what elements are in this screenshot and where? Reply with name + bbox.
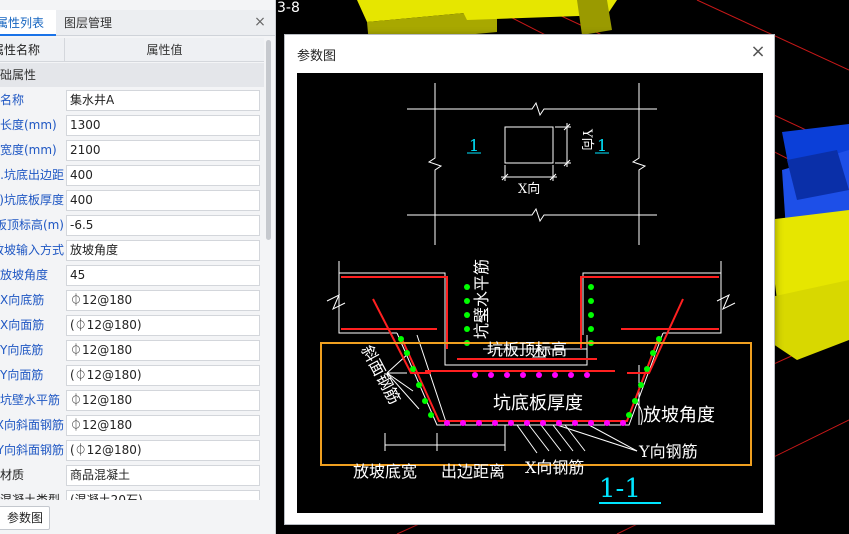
property-row: 放坡输入方式放坡角度 [0,238,264,263]
column-header-value: 属性值 [64,38,264,62]
property-value-field[interactable]: 400 [66,190,260,211]
property-name: 坑底出边距... [0,168,64,182]
property-row: 坑底出边距...400 [0,163,264,188]
tab-property-list[interactable]: 属性列表 [0,10,56,36]
property-value-field[interactable]: -6.5 [66,215,260,236]
property-name: 坑壁水平筋 [0,393,61,407]
group-basic-properties[interactable]: 基础属性 [0,63,264,87]
property-row: 宽度(mm) 2100 [0,138,264,163]
dialog-close-icon[interactable]: × [749,43,767,61]
close-icon[interactable]: × [252,14,268,30]
property-row: Y向底筋 ⏀12@180 [0,338,264,363]
property-value-field[interactable]: ⏀12@180 [66,390,260,411]
property-value-field[interactable]: 2100 [66,140,260,161]
property-value-field[interactable]: 商品混凝土 [66,465,260,486]
property-name: 混凝土类型 [0,493,61,500]
property-name: Y向斜面钢筋 [0,443,64,457]
property-name: Y向底筋 [0,343,44,357]
property-row: X向底筋 ⏀12@180 [0,288,264,313]
tab-layer-management[interactable]: 图层管理 [64,10,144,36]
property-value-field[interactable]: 1300 [66,115,260,136]
label-slope-angle: 放坡角度 [643,405,715,426]
property-row: X向斜面钢筋 ⏀12@180 [0,413,264,438]
property-row: Y向面筋 (⏀12@180) [0,363,264,388]
property-row: X向面筋 (⏀12@180) [0,313,264,338]
property-name: X向面筋 [0,318,45,332]
plan-section-mark-right: 1 [597,136,607,155]
property-name: 放坡输入方式 [0,243,64,257]
column-header-name: 属性名称 [0,43,41,57]
plan-section-mark-left: 1 [469,136,479,155]
property-value-field[interactable]: 放坡角度 [66,240,260,261]
label-x-rebar: X向钢筋 [525,458,584,477]
property-value-field[interactable]: (⏀12@180) [66,315,260,336]
property-name: Y向面筋 [0,368,44,382]
property-name: 坑底板厚度(... [0,193,64,207]
axis-label: 3-8 [277,0,300,16]
label-top-elevation: 坑板顶标高 [487,340,567,359]
label-y-rebar: Y向钢筋 [638,442,698,461]
parameter-drawing: 1 1 X向 Y向 坑壁水平筋 坑板顶标高 斜面钢筋 坑底板厚度 放坡角度 Y向… [297,73,763,513]
plan-x-label: X向 [518,181,540,197]
property-row: 长度(mm) 1300 [0,113,264,138]
property-value-field[interactable]: (⏀12@180) [66,365,260,386]
property-row: Y向斜面钢筋 (⏀12@180) [0,438,264,463]
property-rows: 名称集水井A长度(mm)1300宽度(mm)2100坑底出边距...400坑底板… [0,88,264,500]
property-value-field[interactable]: ⏀12@180 [66,415,260,436]
property-row: 材质 商品混凝土 [0,463,264,488]
property-name: X向底筋 [0,293,45,307]
property-row: 坑壁水平筋 ⏀12@180 [0,388,264,413]
label-bottom-thickness: 坑底板厚度 [493,393,583,414]
property-panel: 属性列表 图层管理 × 属性名称 属性值 基础属性 名称 集水井A 长度(mm) 13… [0,0,276,534]
section-title: 1-1 [599,474,641,504]
property-value-field[interactable]: 45 [66,265,260,286]
param-diagram-button[interactable]: 参数图 [0,506,50,530]
property-grid-header: 属性名称 属性值 [0,38,264,62]
label-edge-distance: 出边距离 [441,462,505,481]
property-name: 材质 [0,468,25,482]
label-wall-rebar: 坑壁水平筋 [472,259,491,339]
panel-footer: 参数图 [0,504,275,534]
property-value-field[interactable]: ⏀12@180 [66,340,260,361]
plan-y-label: Y向 [579,128,595,151]
scrollbar[interactable] [266,40,271,240]
property-row: 放坡角度 45 [0,263,264,288]
property-value-field[interactable]: 400 [66,165,260,186]
property-value-field[interactable]: (⏀12@180) [66,440,260,461]
property-name: 名称 [0,93,25,107]
property-name: 长度(mm) [0,118,57,132]
panel-tabs: 属性列表 图层管理 × [0,10,275,36]
label-slope-rebar: 斜面钢筋 [357,342,404,407]
property-value-field[interactable]: 集水井A [66,90,260,111]
property-row: 混凝土类型 (混凝土20石) [0,488,264,500]
property-row: 坑底板厚度(...400 [0,188,264,213]
property-value-field[interactable]: (混凝土20石) [66,490,260,500]
property-row: 坑板顶标高(m)-6.5 [0,213,264,238]
property-name: X向斜面钢筋 [0,418,64,432]
label-slope-width: 放坡底宽 [353,462,417,481]
property-name: 放坡角度 [0,268,49,282]
property-value-field[interactable]: ⏀12@180 [66,290,260,311]
property-name: 宽度(mm) [0,143,57,157]
plan-view [407,83,657,245]
property-name: 坑板顶标高(m) [0,218,64,232]
property-row: 名称 集水井A [0,88,264,113]
dialog-title: 参数图 [297,49,337,64]
param-diagram-dialog: 参数图 × 1 1 X向 Y向 坑壁水平筋 坑板顶标高 斜面钢筋 坑底板厚度 放… [284,34,775,525]
